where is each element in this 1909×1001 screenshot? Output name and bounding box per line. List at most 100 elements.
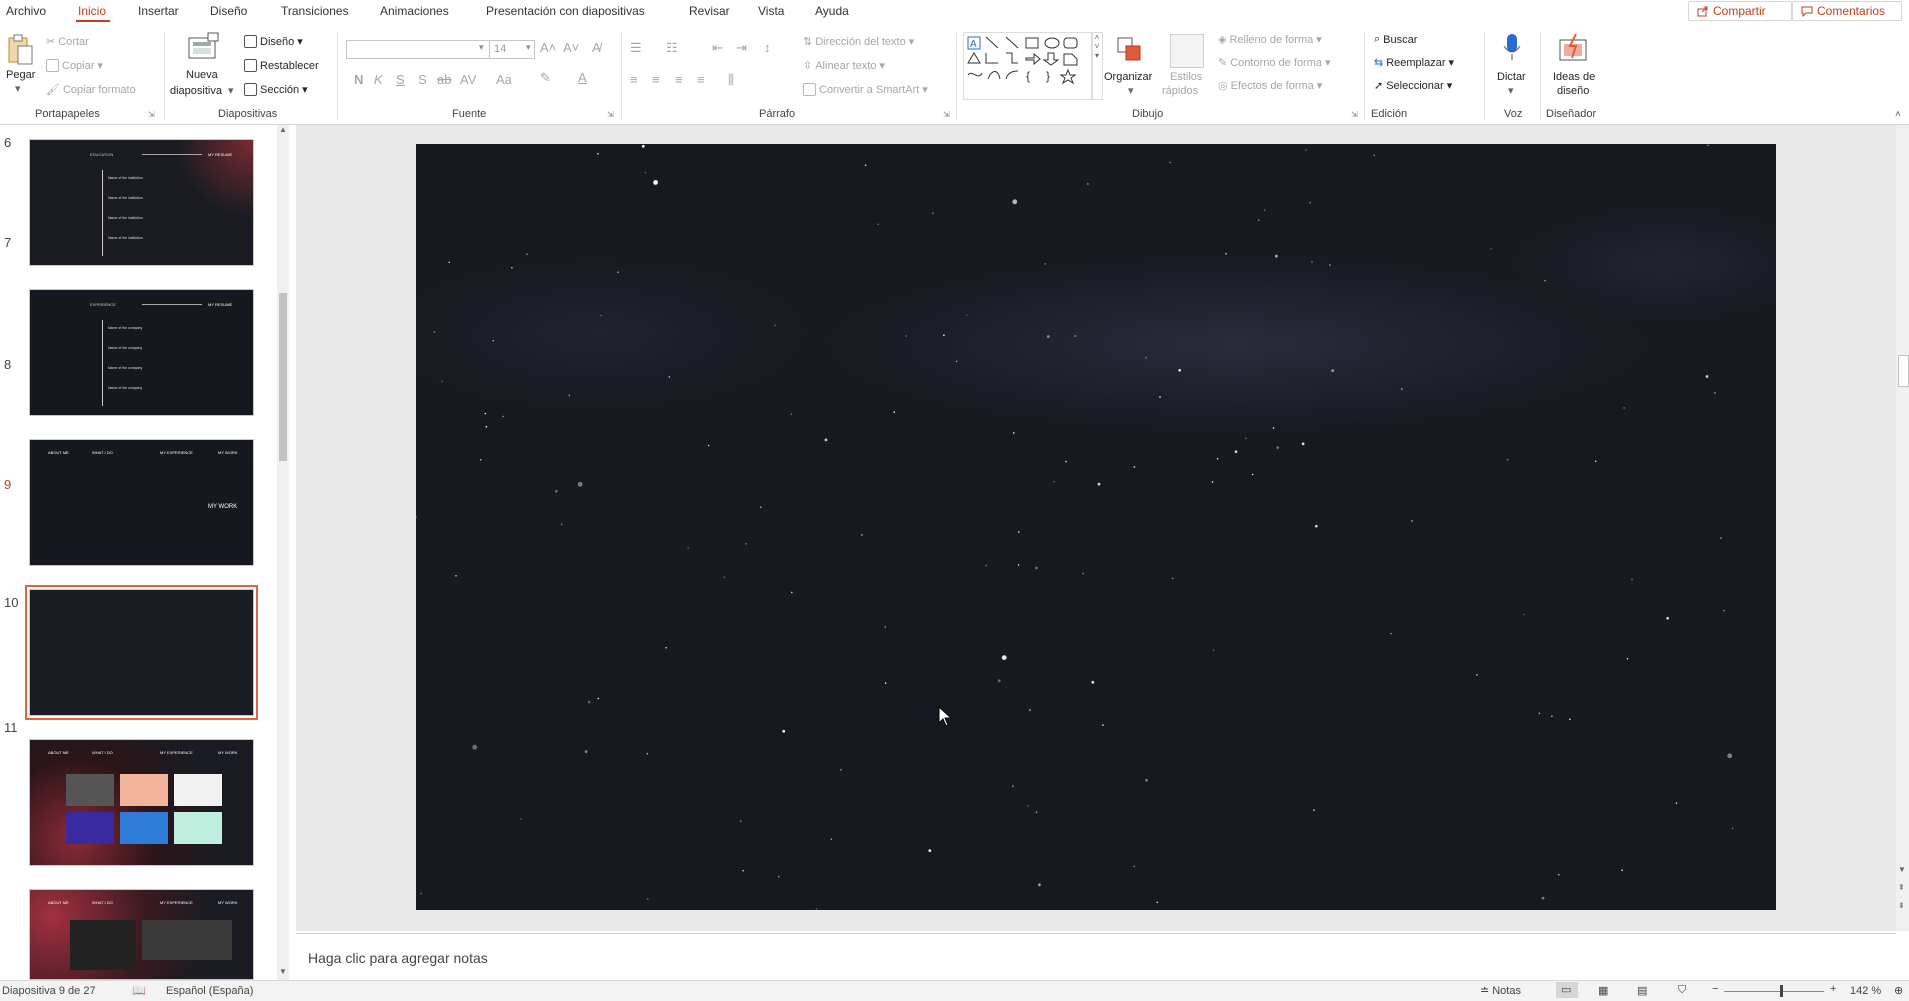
drawing-launcher-icon[interactable]: ⇲: [1351, 110, 1358, 119]
zoom-in-icon[interactable]: +: [1830, 983, 1836, 995]
reset-button[interactable]: Restablecer: [244, 59, 319, 72]
justify-icon[interactable]: ≡: [697, 72, 705, 87]
slide-thumbnail-8[interactable]: ABOUT ME WHAT I DO MY EXPERIENCE MY WORK…: [29, 439, 254, 566]
align-center-icon[interactable]: ≡: [652, 72, 660, 87]
strikethrough-button[interactable]: ab: [437, 72, 451, 87]
align-left-icon[interactable]: ≡: [630, 72, 638, 87]
shape-fill-button[interactable]: ◈ Relleno de forma ▾: [1218, 33, 1322, 47]
paste-dropdown-icon[interactable]: ▾: [15, 82, 21, 96]
spellcheck-icon[interactable]: 📖: [132, 984, 146, 997]
underline-button[interactable]: S: [396, 72, 405, 87]
zoom-level[interactable]: 142 %: [1850, 985, 1881, 997]
thumbnails-scrollbar[interactable]: ▲ ▼: [277, 125, 289, 980]
highlight-icon[interactable]: ✎: [540, 70, 551, 86]
slideshow-icon[interactable]: ⛉: [1678, 984, 1686, 997]
share-button[interactable]: Compartir: [1688, 1, 1792, 21]
arrange-button[interactable]: [1114, 34, 1146, 67]
change-case-button[interactable]: Aa: [496, 72, 512, 87]
scroll-up-icon[interactable]: ▲: [279, 125, 287, 134]
bullets-icon[interactable]: ☰: [630, 40, 642, 56]
menu-diseno[interactable]: Diseño: [210, 4, 247, 18]
menu-vista[interactable]: Vista: [758, 4, 784, 18]
slide-thumbnail-10[interactable]: ABOUT ME WHAT I DO MY EXPERIENCE MY WORK: [29, 739, 254, 866]
zoom-out-icon[interactable]: −: [1712, 983, 1718, 995]
new-slide-dropdown-icon[interactable]: ▾: [228, 84, 234, 98]
columns-icon[interactable]: ⫼: [728, 72, 734, 88]
select-button[interactable]: ➚ Seleccionar ▾: [1374, 79, 1452, 93]
dictate-button[interactable]: [1500, 32, 1524, 67]
fit-to-window-icon[interactable]: ⊕: [1894, 984, 1903, 997]
shapes-gallery[interactable]: A {}: [963, 32, 1093, 100]
editor-scrollbar-thumb[interactable]: [1898, 355, 1909, 387]
arrange-dropdown-icon[interactable]: ▾: [1128, 84, 1134, 98]
copy-button[interactable]: Copiar ▾: [46, 59, 103, 72]
scroll-down-icon[interactable]: ▼: [1898, 865, 1906, 874]
cut-button[interactable]: ✂ Cortar: [46, 35, 89, 49]
font-launcher-icon[interactable]: ⇲: [607, 110, 614, 119]
font-name-combo[interactable]: [346, 40, 490, 59]
clear-format-icon[interactable]: A̸: [592, 40, 601, 55]
slide-sorter-icon[interactable]: ▦: [1598, 984, 1608, 997]
notes-toggle-button[interactable]: ≐ Notas: [1480, 984, 1521, 998]
slide-thumbnail-7[interactable]: EXPERIENCE MY RESUME Name of the company…: [29, 289, 254, 416]
font-name-dropdown-icon[interactable]: ▾: [479, 42, 484, 53]
menu-transiciones[interactable]: Transiciones: [281, 4, 349, 18]
scrollbar-thumb[interactable]: [279, 293, 287, 461]
reading-view-icon[interactable]: ▤: [1637, 984, 1647, 997]
previous-slide-icon[interactable]: ⇞: [1898, 883, 1905, 892]
slide-thumbnail-6[interactable]: EDUCATION MY RESUME Name of the institut…: [29, 139, 254, 266]
shape-effects-button[interactable]: ◎ Efectos de forma ▾: [1218, 79, 1322, 93]
text-direction-button[interactable]: ⇅ Dirección del texto ▾: [803, 35, 914, 49]
slide-thumbnail-11[interactable]: ABOUT ME WHAT I DO MY EXPERIENCE MY WORK: [29, 889, 254, 980]
clipboard-launcher-icon[interactable]: ⇲: [148, 110, 155, 119]
shadow-button[interactable]: S: [418, 72, 427, 87]
menu-ayuda[interactable]: Ayuda: [815, 4, 849, 18]
bold-button[interactable]: N: [354, 72, 363, 87]
menu-insertar[interactable]: Insertar: [138, 4, 179, 18]
font-size-dropdown-icon[interactable]: ▾: [526, 42, 531, 53]
star-dot: [1245, 437, 1247, 440]
menu-revisar[interactable]: Revisar: [689, 4, 730, 18]
increase-indent-icon[interactable]: ⇥: [736, 40, 747, 56]
zoom-slider-thumb[interactable]: [1780, 985, 1783, 997]
menu-archivo[interactable]: Archivo: [6, 4, 46, 18]
scroll-down-icon[interactable]: ▼: [279, 967, 287, 976]
dictate-dropdown-icon[interactable]: ▾: [1508, 84, 1514, 98]
shape-outline-button[interactable]: ✎ Contorno de forma ▾: [1218, 56, 1330, 70]
paste-button[interactable]: [6, 32, 36, 69]
normal-view-button[interactable]: ▭: [1556, 982, 1578, 998]
slide-thumbnail-9[interactable]: [25, 585, 258, 720]
char-spacing-button[interactable]: AV: [460, 72, 476, 87]
numbering-icon[interactable]: ☷: [666, 40, 678, 56]
menu-animaciones[interactable]: Animaciones: [380, 4, 449, 18]
new-slide-button[interactable]: [186, 32, 220, 65]
align-text-button[interactable]: ⇳ Alinear texto ▾: [803, 59, 885, 73]
editor-scrollbar[interactable]: ▼ ⇞ ⇟: [1896, 125, 1909, 931]
grow-font-icon[interactable]: A˄: [540, 40, 556, 55]
find-button[interactable]: ⌕ Buscar: [1374, 33, 1417, 46]
replace-button[interactable]: ⇆ Reemplazar ▾: [1374, 56, 1454, 70]
menu-inicio[interactable]: Inicio: [78, 4, 106, 18]
layout-button[interactable]: Diseño ▾: [244, 35, 303, 48]
collapse-ribbon-icon[interactable]: ˄: [1895, 109, 1901, 120]
shapes-scroll[interactable]: ˄ ˅ ▾: [1091, 32, 1103, 100]
italic-button[interactable]: K: [374, 72, 383, 87]
decrease-indent-icon[interactable]: ⇤: [712, 40, 723, 56]
section-button[interactable]: Sección ▾: [244, 83, 308, 96]
current-slide-canvas[interactable]: [416, 144, 1776, 910]
paragraph-launcher-icon[interactable]: ⇲: [943, 110, 950, 119]
line-spacing-icon[interactable]: ↕: [764, 40, 771, 55]
font-color-icon[interactable]: A: [578, 70, 587, 85]
shrink-font-icon[interactable]: A˅: [563, 40, 579, 55]
smartart-button[interactable]: Convertir a SmartArt ▾: [803, 83, 928, 96]
format-painter-button[interactable]: 🖌 Copiar formato: [46, 83, 136, 97]
menu-presentacion[interactable]: Presentación con diapositivas: [486, 4, 645, 18]
notes-pane[interactable]: Haga clic para agregar notas: [296, 933, 1896, 981]
next-slide-icon[interactable]: ⇟: [1898, 901, 1905, 910]
comments-button[interactable]: Comentarios: [1792, 1, 1902, 21]
align-right-icon[interactable]: ≡: [675, 72, 683, 87]
zoom-slider[interactable]: [1724, 985, 1824, 997]
design-ideas-button[interactable]: [1556, 32, 1590, 67]
language-indicator[interactable]: Español (España): [166, 985, 253, 997]
quick-styles-icon[interactable]: [1170, 34, 1204, 68]
